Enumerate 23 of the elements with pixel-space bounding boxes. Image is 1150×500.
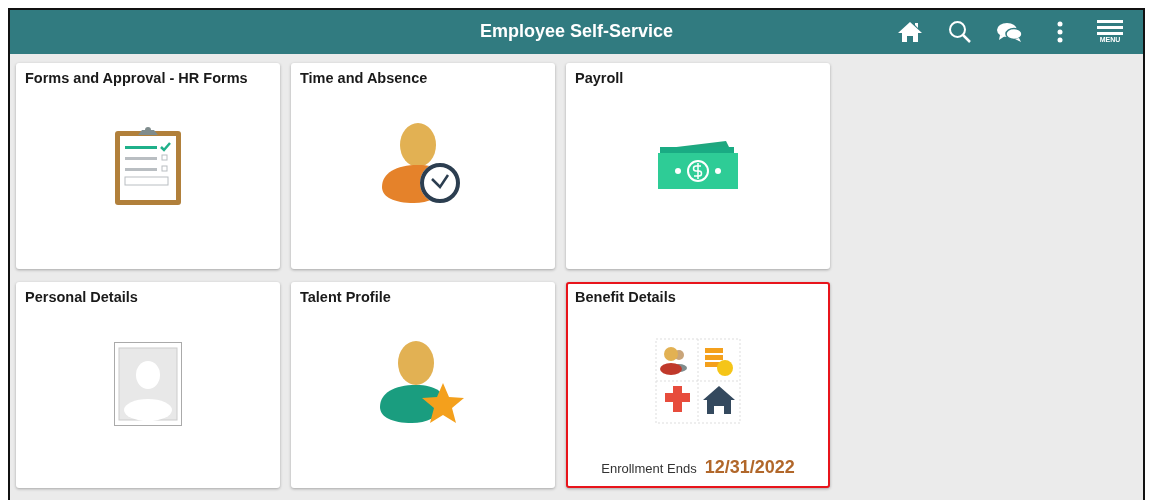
page-title: Employee Self-Service (479, 21, 674, 42)
app-tile[interactable]: Payroll (566, 63, 830, 269)
app-tile[interactable]: Forms and Approval - HR Forms (16, 63, 280, 269)
avatar-placeholder-icon (114, 341, 182, 426)
menu-icon (1097, 20, 1123, 36)
app-tile[interactable]: Talent Profile (291, 282, 555, 488)
app-tile[interactable]: Time and Absence (291, 63, 555, 269)
tile-title: Talent Profile (300, 289, 391, 305)
home-icon (897, 21, 923, 43)
tile-title: Personal Details (25, 289, 138, 305)
enrollment-label: Enrollment Ends (601, 461, 697, 476)
tile-title: Benefit Details (575, 289, 676, 305)
search-icon (948, 20, 972, 44)
tile-title: Time and Absence (300, 70, 428, 86)
benefits-icon (655, 338, 741, 424)
tile-title: Payroll (575, 70, 624, 86)
tile-title: Forms and Approval - HR Forms (25, 70, 248, 86)
money-icon (656, 138, 740, 191)
more-icon (1057, 21, 1063, 43)
enrollment-date: 12/31/2022 (704, 457, 795, 478)
app-tile[interactable]: Personal Details (16, 282, 280, 488)
chat-icon (996, 21, 1024, 43)
app-tile[interactable]: Benefit Details Enrollment Ends 12/31/2022 (566, 282, 830, 488)
